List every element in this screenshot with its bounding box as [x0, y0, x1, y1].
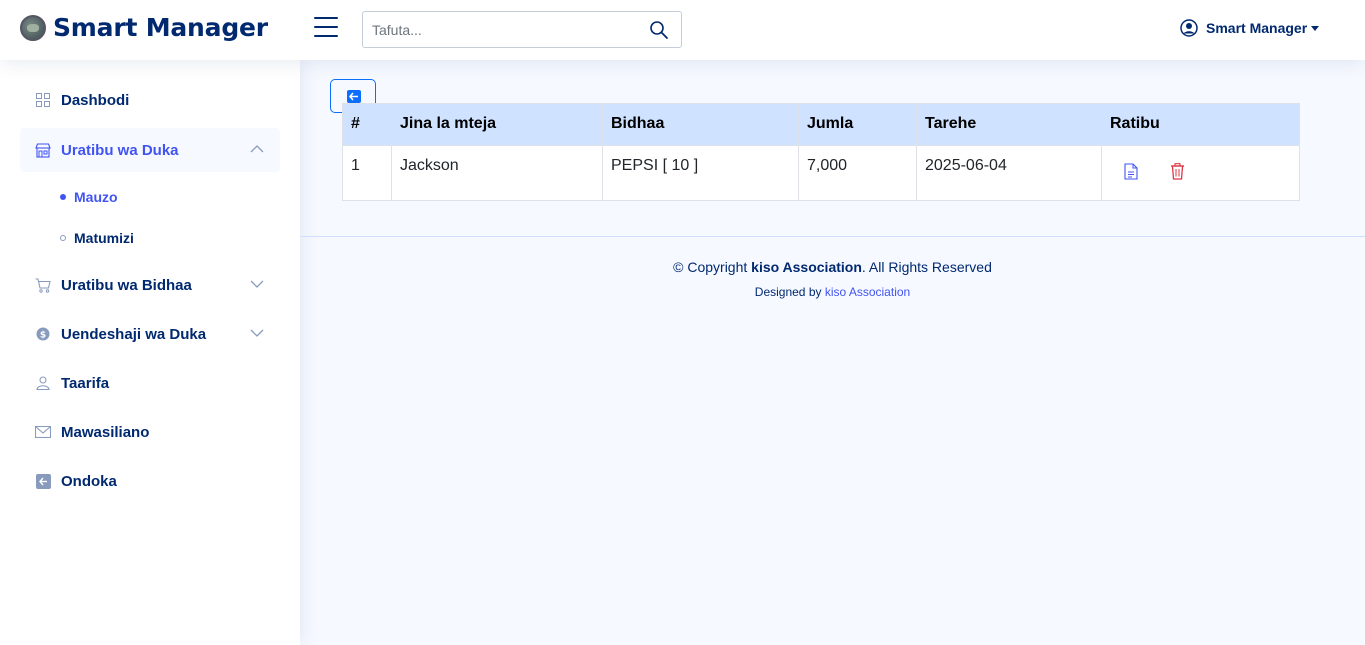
- svg-text:$: $: [40, 331, 46, 341]
- column-header: Jumla: [798, 103, 917, 146]
- sidebar-item-label: Mawasiliano: [61, 423, 150, 441]
- sidebar-item-uratibu-wa-bidhaa[interactable]: Uratibu wa Bidhaa: [20, 263, 280, 307]
- logo[interactable]: Smart Manager: [20, 13, 268, 42]
- sidebar-subitem-label: Mauzo: [74, 189, 118, 205]
- profile-name: Smart Manager: [1206, 20, 1308, 36]
- column-header: #: [342, 103, 392, 146]
- shop-icon: [35, 142, 51, 158]
- column-header: Tarehe: [916, 103, 1102, 146]
- sales-table: # Jina la mteja Bidhaa Jumla Tarehe Rati…: [342, 103, 1300, 201]
- cell-number: 1: [342, 145, 392, 201]
- sidebar-item-label: Uratibu wa Duka: [61, 141, 179, 159]
- cell-customer: Jackson: [391, 145, 603, 201]
- column-header: Ratibu: [1101, 103, 1300, 146]
- envelope-icon: [35, 424, 51, 440]
- chevron-down-icon: [1311, 25, 1320, 31]
- bullet-filled-icon: [60, 194, 66, 200]
- sidebar-subitem-label: Matumizi: [74, 230, 134, 246]
- sidebar-item-label: Uratibu wa Bidhaa: [61, 276, 192, 294]
- copyright-org: kiso Association: [751, 259, 862, 275]
- footer-divider: [300, 236, 1365, 237]
- sidebar-item-label: Dashbodi: [61, 91, 130, 109]
- sidebar-item-label: Uendeshaji wa Duka: [61, 325, 207, 343]
- user-circle-icon: [1180, 19, 1198, 37]
- delete-trash-icon[interactable]: [1170, 163, 1186, 181]
- bullet-outline-icon: [60, 235, 66, 241]
- person-icon: [35, 375, 51, 391]
- cell-date: 2025-06-04: [916, 145, 1102, 201]
- sidebar-item-uratibu-wa-duka[interactable]: Uratibu wa Duka: [20, 128, 280, 172]
- column-header: Jina la mteja: [391, 103, 603, 146]
- designed-by-label: Designed by: [754, 285, 825, 299]
- profile-dropdown[interactable]: Smart Manager: [1180, 19, 1320, 37]
- copyright-prefix: © Copyright: [673, 259, 752, 275]
- search-form: [362, 11, 682, 48]
- sidebar-subitem-mauzo[interactable]: Mauzo: [60, 189, 118, 205]
- table-row: 1 Jackson PEPSI [ 10 ] 7,000 2025-06-04: [342, 145, 1300, 201]
- chevron-down-icon: [250, 329, 264, 337]
- sidebar-item-uendeshaji-wa-duka[interactable]: $ Uendeshaji wa Duka: [20, 312, 280, 356]
- chevron-up-icon: [250, 145, 264, 153]
- cell-total: 7,000: [798, 145, 917, 201]
- sidebar-item-ondoka[interactable]: Ondoka: [20, 459, 280, 503]
- sidebar-item-taarifa[interactable]: Taarifa: [20, 361, 280, 405]
- logo-image: [20, 14, 46, 41]
- grid-icon: [35, 92, 51, 108]
- designer-link[interactable]: kiso Association: [825, 285, 910, 299]
- sidebar-item-dashbodi[interactable]: Dashbodi: [20, 78, 280, 122]
- table-header-row: # Jina la mteja Bidhaa Jumla Tarehe Rati…: [342, 103, 1300, 146]
- cell-product: PEPSI [ 10 ]: [602, 145, 799, 201]
- sidebar-subitem-matumizi[interactable]: Matumizi: [60, 230, 134, 246]
- chevron-down-icon: [250, 280, 264, 288]
- sidebar-item-label: Ondoka: [61, 472, 117, 490]
- app-title: Smart Manager: [53, 13, 268, 42]
- view-document-icon[interactable]: [1124, 163, 1140, 181]
- dollar-icon: $: [35, 326, 51, 342]
- logout-icon: [35, 473, 51, 489]
- copyright-suffix: . All Rights Reserved: [861, 259, 992, 275]
- cell-actions: [1101, 145, 1300, 201]
- header: Smart Manager Smart Manager: [0, 0, 1365, 60]
- sidebar: Dashbodi Uratibu wa Duka Mauzo Matumizi …: [0, 60, 300, 645]
- arrow-left-icon: [347, 90, 361, 103]
- search-icon[interactable]: [649, 20, 669, 40]
- sidebar-item-mawasiliano[interactable]: Mawasiliano: [20, 410, 280, 454]
- footer-copyright: © Copyright kiso Association. All Rights…: [300, 259, 1365, 275]
- sidebar-item-label: Taarifa: [61, 374, 110, 392]
- sidebar-toggle-button[interactable]: [314, 17, 338, 39]
- column-header: Bidhaa: [602, 103, 799, 146]
- search-input[interactable]: [363, 12, 633, 47]
- footer-credits: Designed by kiso Association: [300, 285, 1365, 299]
- cart-icon: [35, 277, 51, 293]
